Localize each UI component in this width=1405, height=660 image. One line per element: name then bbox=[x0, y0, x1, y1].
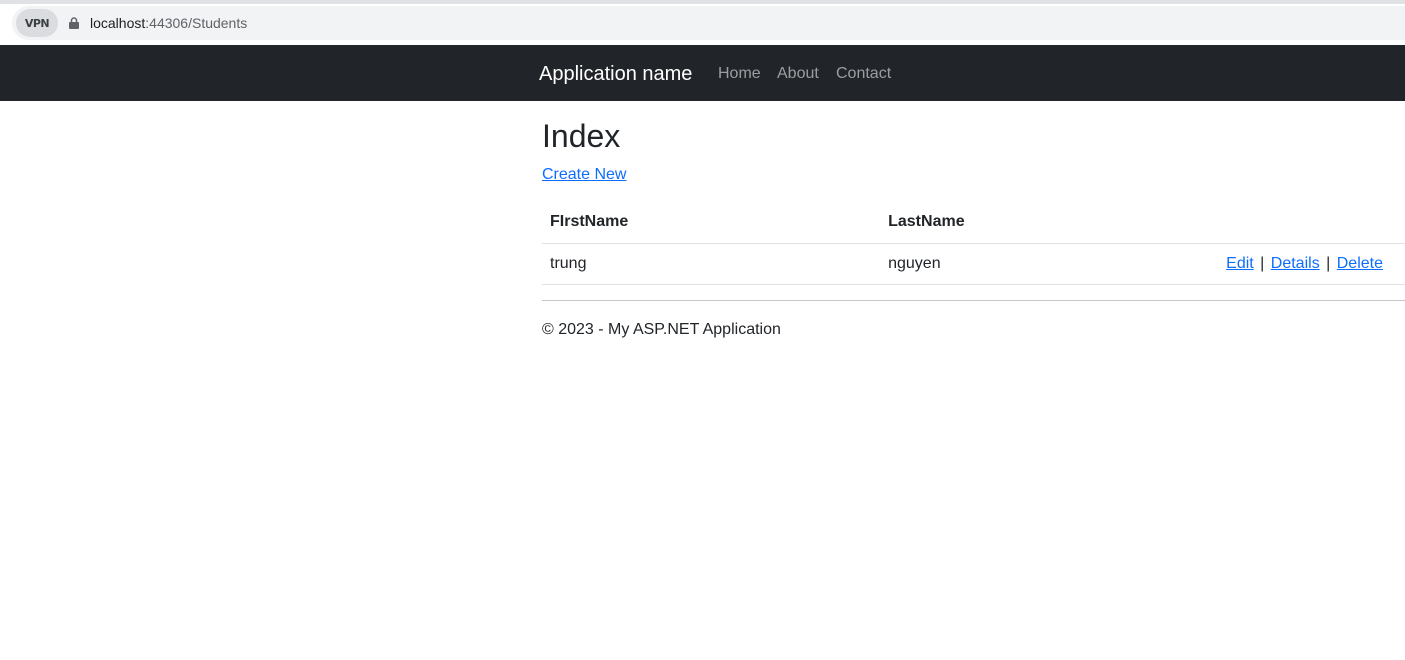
delete-link[interactable]: Delete bbox=[1337, 255, 1383, 272]
lock-icon[interactable] bbox=[69, 17, 79, 29]
create-new-link[interactable]: Create New bbox=[542, 165, 626, 185]
navbar: Application name Home About Contact bbox=[0, 45, 1405, 101]
vpn-icon[interactable]: VPN bbox=[16, 9, 58, 37]
brand-link[interactable]: Application name bbox=[539, 62, 692, 86]
header-last-name: LastName bbox=[888, 213, 965, 231]
url-path: :44306/Students bbox=[145, 15, 248, 31]
url-host: localhost bbox=[90, 15, 146, 31]
omnibox[interactable]: VPN localhost:44306/Students bbox=[12, 6, 1405, 40]
nav-about[interactable]: About bbox=[777, 64, 819, 84]
header-actions bbox=[1218, 202, 1405, 243]
page-title: Index bbox=[542, 118, 621, 154]
cell-last-name: nguyen bbox=[888, 254, 941, 272]
cell-first-name: trung bbox=[550, 254, 587, 272]
details-link[interactable]: Details bbox=[1271, 255, 1320, 272]
row-actions: Edit | Details | Delete bbox=[1218, 243, 1405, 284]
nav-contact[interactable]: Contact bbox=[836, 64, 891, 84]
nav-home[interactable]: Home bbox=[718, 64, 761, 84]
table-row: trung nguyen Edit | Details | Delete bbox=[542, 243, 1405, 284]
action-separator: | bbox=[1326, 254, 1331, 272]
footer-divider bbox=[542, 300, 1405, 301]
header-first-name: FIrstName bbox=[550, 213, 629, 231]
browser-address-bar: VPN localhost:44306/Students bbox=[0, 4, 1405, 42]
action-separator: | bbox=[1260, 254, 1265, 272]
footer-text: © 2023 - My ASP.NET Application bbox=[542, 321, 781, 338]
table-header-row: FIrstName LastName bbox=[542, 202, 1405, 243]
url-text[interactable]: localhost:44306/Students bbox=[90, 15, 247, 31]
students-table: FIrstName LastName trung nguyen Edit | D… bbox=[542, 202, 1405, 285]
edit-link[interactable]: Edit bbox=[1226, 255, 1254, 272]
